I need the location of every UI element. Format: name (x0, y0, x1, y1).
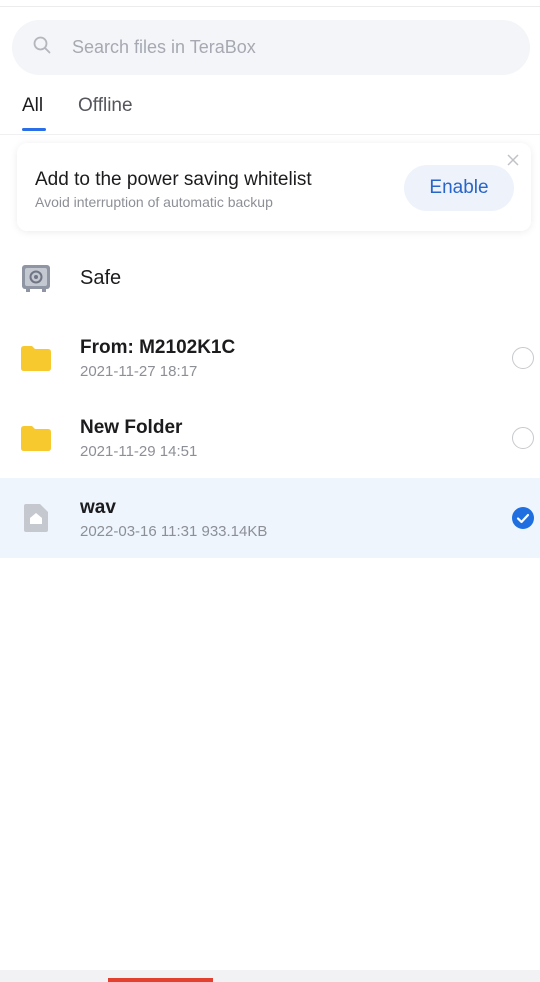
file-row[interactable]: wav 2022-03-16 11:31 933.14KB (0, 478, 540, 558)
enable-button[interactable]: Enable (404, 165, 514, 211)
tabs-divider (0, 134, 540, 135)
search-bar[interactable]: Search files in TeraBox (12, 20, 530, 75)
banner-title: Add to the power saving whitelist (35, 169, 312, 190)
search-placeholder: Search files in TeraBox (72, 37, 256, 57)
tab-bar: All Offline (0, 90, 540, 136)
file-name: wav (80, 497, 116, 518)
power-saving-banner: Add to the power saving whitelist Avoid … (17, 143, 531, 231)
file-row[interactable]: New Folder 2021-11-29 14:51 (0, 398, 540, 478)
file-name: New Folder (80, 417, 183, 438)
banner-subtitle: Avoid interruption of automatic backup (35, 194, 273, 210)
file-meta: 2022-03-16 11:31 933.14KB (80, 523, 268, 540)
bottom-bar (0, 970, 540, 982)
select-checkbox[interactable] (512, 427, 534, 449)
file-row[interactable]: From: M2102K1C 2021-11-27 18:17 (0, 318, 540, 398)
checked-checkbox[interactable] (512, 507, 534, 529)
select-checkbox[interactable] (512, 347, 534, 369)
folder-icon (20, 422, 52, 454)
safe-label: Safe (80, 267, 122, 289)
safe-icon (20, 262, 52, 294)
file-meta: 2021-11-27 18:17 (80, 363, 198, 380)
active-tab-indicator (22, 128, 46, 131)
close-icon[interactable] (507, 153, 519, 166)
bottom-accent-bar (108, 978, 213, 982)
file-icon (20, 502, 52, 534)
tab-offline[interactable]: Offline (78, 95, 133, 117)
checkmark-icon (516, 513, 530, 524)
file-meta: 2021-11-29 14:51 (80, 443, 198, 460)
tab-all[interactable]: All (22, 95, 43, 117)
top-divider (0, 6, 540, 7)
search-icon (32, 35, 52, 60)
file-name: From: M2102K1C (80, 337, 236, 358)
safe-item[interactable]: Safe (0, 238, 540, 318)
folder-icon (20, 342, 52, 374)
